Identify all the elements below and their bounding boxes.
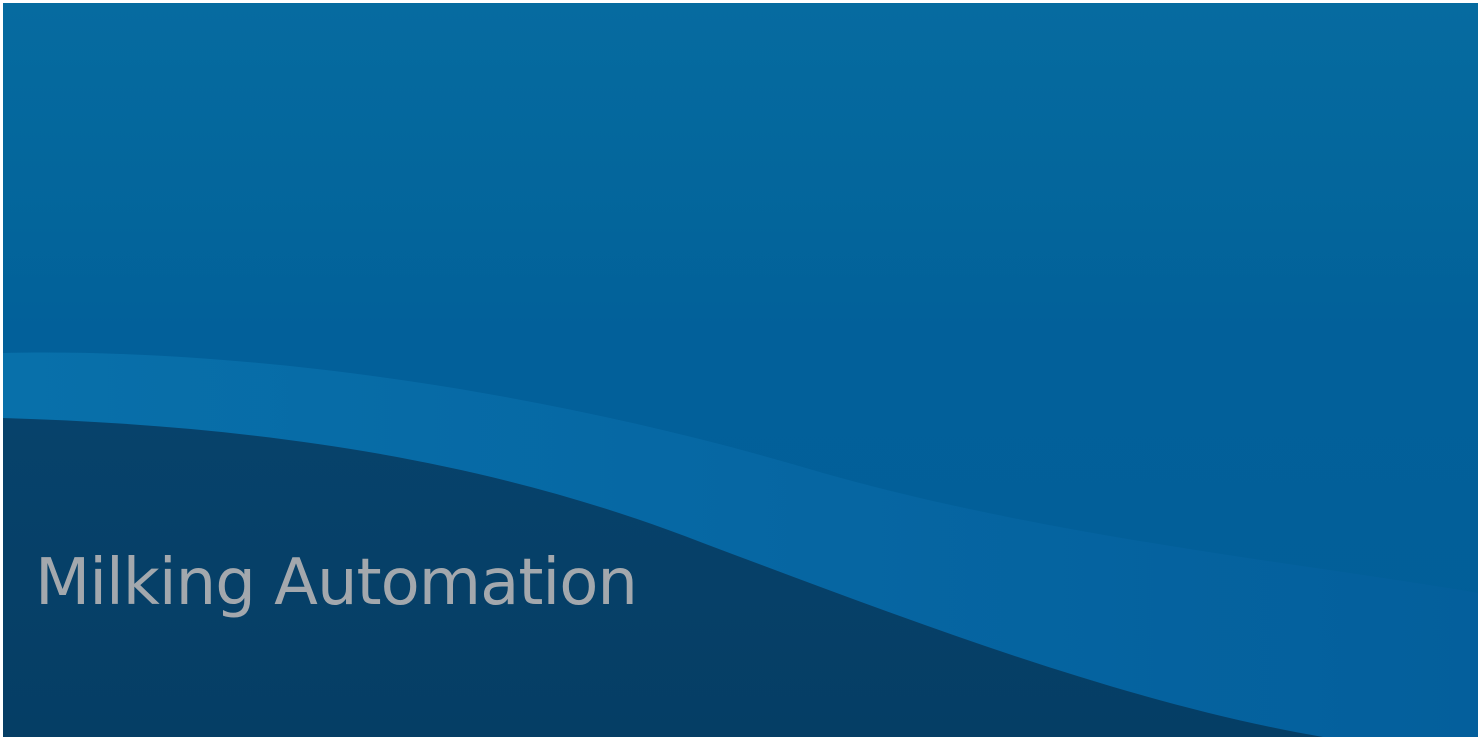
wave-background (3, 352, 1478, 737)
title-slide: Milking Automation (3, 3, 1478, 737)
slide-title: Milking Automation (35, 546, 638, 620)
